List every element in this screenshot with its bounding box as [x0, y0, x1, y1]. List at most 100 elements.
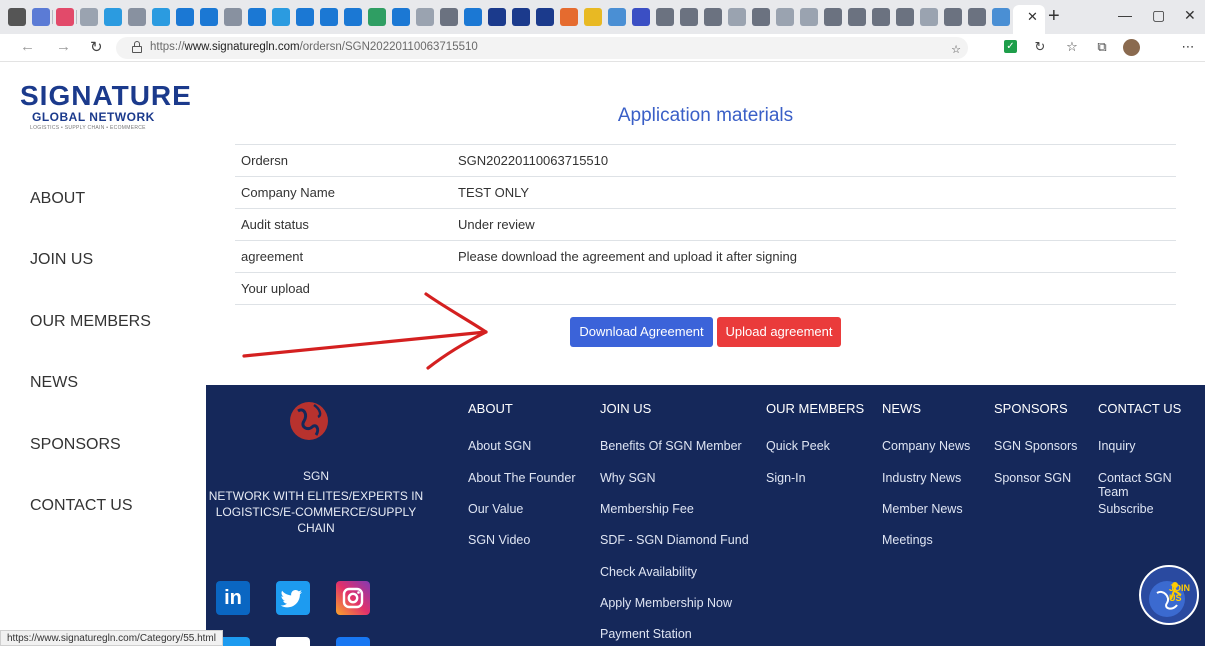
social-icon-partial[interactable] — [276, 637, 310, 646]
sidebar-item-about[interactable]: ABOUT — [30, 190, 85, 208]
footer-link[interactable]: Our Value — [468, 502, 523, 516]
tab-favicon[interactable] — [824, 8, 842, 26]
footer-heading-about[interactable]: ABOUT — [468, 401, 513, 416]
tab-favicon[interactable] — [200, 8, 218, 26]
tab-favicon[interactable] — [344, 8, 362, 26]
collections-icon[interactable]: ⧉ — [1094, 39, 1110, 55]
tab-favicon[interactable] — [464, 8, 482, 26]
footer-link[interactable]: Sign-In — [766, 471, 806, 485]
new-tab-icon[interactable]: + — [1048, 5, 1060, 28]
extension-icon[interactable]: ↻ — [1032, 39, 1048, 55]
footer-heading-contact-us[interactable]: CONTACT US — [1098, 401, 1181, 416]
footer-link[interactable]: Payment Station — [600, 627, 692, 641]
tab-actions-icon[interactable] — [8, 8, 26, 26]
footer-link[interactable]: Quick Peek — [766, 439, 830, 453]
signature-logo[interactable]: SIGNATURE GLOBAL NETWORK LOGISTICS • SUP… — [20, 80, 195, 140]
tab-favicon[interactable] — [968, 8, 986, 26]
tab-favicon[interactable] — [32, 8, 50, 26]
close-window-icon[interactable]: ✕ — [1184, 7, 1196, 24]
tab-favicon[interactable] — [368, 8, 386, 26]
upload-agreement-button[interactable]: Upload agreement — [717, 317, 841, 347]
footer-link[interactable]: About SGN — [468, 439, 531, 453]
download-agreement-button[interactable]: Download Agreement — [570, 317, 713, 347]
tab-favicon[interactable] — [80, 8, 98, 26]
tab-favicon[interactable] — [680, 8, 698, 26]
tab-favicon[interactable] — [800, 8, 818, 26]
tab-close-icon[interactable]: ✕ — [1027, 9, 1038, 25]
sidebar-item-join-us[interactable]: JOIN US — [30, 251, 93, 269]
footer-link[interactable]: Meetings — [882, 533, 933, 547]
url-text[interactable]: https://www.signaturegln.com/ordersn/SGN… — [150, 41, 478, 53]
tab-favicon[interactable] — [656, 8, 674, 26]
tab-favicon[interactable] — [488, 8, 506, 26]
tab-favicon[interactable] — [296, 8, 314, 26]
tab-favicon[interactable] — [560, 8, 578, 26]
tab-favicon[interactable] — [56, 8, 74, 26]
footer-link[interactable]: Subscribe — [1098, 502, 1154, 516]
footer-link[interactable]: Membership Fee — [600, 502, 694, 516]
tab-favicon[interactable] — [536, 8, 554, 26]
tab-favicon[interactable] — [632, 8, 650, 26]
footer-heading-sponsors[interactable]: SPONSORS — [994, 401, 1068, 416]
linkedin-icon[interactable]: in — [216, 581, 250, 615]
tab-favicon[interactable] — [392, 8, 410, 26]
tab-favicon[interactable] — [416, 8, 434, 26]
refresh-icon[interactable]: ↻ — [90, 38, 103, 56]
more-icon[interactable]: ⋯ — [1180, 39, 1196, 55]
footer-link[interactable]: About The Founder — [468, 471, 575, 485]
twitter-icon[interactable] — [276, 581, 310, 615]
tab-favicon[interactable] — [176, 8, 194, 26]
lock-icon[interactable] — [132, 41, 142, 54]
footer-link[interactable]: Inquiry — [1098, 439, 1136, 453]
url-field[interactable]: https://www.signaturegln.com/ordersn/SGN… — [116, 37, 968, 59]
tab-favicon[interactable] — [992, 8, 1010, 26]
footer-heading-our-members[interactable]: OUR MEMBERS — [766, 401, 864, 416]
footer-heading-news[interactable]: NEWS — [882, 401, 921, 416]
tab-favicon[interactable] — [896, 8, 914, 26]
sidebar-item-news[interactable]: NEWS — [30, 374, 78, 392]
footer-link[interactable]: SGN Video — [468, 533, 530, 547]
footer-link[interactable]: Sponsor SGN — [994, 471, 1071, 485]
tab-favicon[interactable] — [776, 8, 794, 26]
footer-link[interactable]: Contact SGN Team — [1098, 471, 1205, 499]
footer-link[interactable]: Company News — [882, 439, 970, 453]
tab-favicon[interactable] — [104, 8, 122, 26]
forward-icon[interactable]: → — [56, 38, 71, 55]
sidebar-item-contact-us[interactable]: CONTACT US — [30, 497, 133, 515]
tab-favicon[interactable] — [944, 8, 962, 26]
tab-favicon[interactable] — [848, 8, 866, 26]
tab-favicon[interactable] — [872, 8, 890, 26]
tab-favicon[interactable] — [584, 8, 602, 26]
back-icon[interactable]: ← — [20, 38, 35, 55]
footer-link[interactable]: Check Availability — [600, 565, 697, 579]
sidebar-item-sponsors[interactable]: SPONSORS — [30, 436, 121, 454]
facebook-icon[interactable] — [336, 637, 370, 646]
tab-favicon[interactable] — [728, 8, 746, 26]
favorites-icon[interactable]: ☆ — [1064, 39, 1080, 55]
tab-favicon[interactable] — [128, 8, 146, 26]
footer-link[interactable]: Benefits Of SGN Member — [600, 439, 742, 453]
tab-favicon[interactable] — [704, 8, 722, 26]
minimize-icon[interactable]: — — [1118, 7, 1132, 23]
sidebar-item-our-members[interactable]: OUR MEMBERS — [30, 313, 151, 331]
tab-favicon[interactable] — [152, 8, 170, 26]
tab-favicon[interactable] — [752, 8, 770, 26]
tab-favicon[interactable] — [224, 8, 242, 26]
join-us-badge[interactable]: JOIN US — [1139, 565, 1199, 625]
footer-link[interactable]: Member News — [882, 502, 963, 516]
tab-favicon[interactable] — [320, 8, 338, 26]
tab-favicon[interactable] — [920, 8, 938, 26]
instagram-icon[interactable] — [336, 581, 370, 615]
tab-favicon[interactable] — [608, 8, 626, 26]
tab-favicon[interactable] — [440, 8, 458, 26]
tab-favicon[interactable] — [248, 8, 266, 26]
restore-icon[interactable]: ▢ — [1152, 7, 1165, 24]
footer-link[interactable]: Industry News — [882, 471, 961, 485]
footer-link[interactable]: SDF - SGN Diamond Fund — [600, 533, 749, 547]
footer-link[interactable]: SGN Sponsors — [994, 439, 1077, 453]
footer-link[interactable]: Why SGN — [600, 471, 656, 485]
read-aloud-icon[interactable]: ☆ — [948, 42, 964, 58]
footer-link[interactable]: Apply Membership Now — [600, 596, 732, 610]
tab-favicon[interactable] — [512, 8, 530, 26]
extension-check-icon[interactable]: ✓ — [1004, 40, 1017, 53]
